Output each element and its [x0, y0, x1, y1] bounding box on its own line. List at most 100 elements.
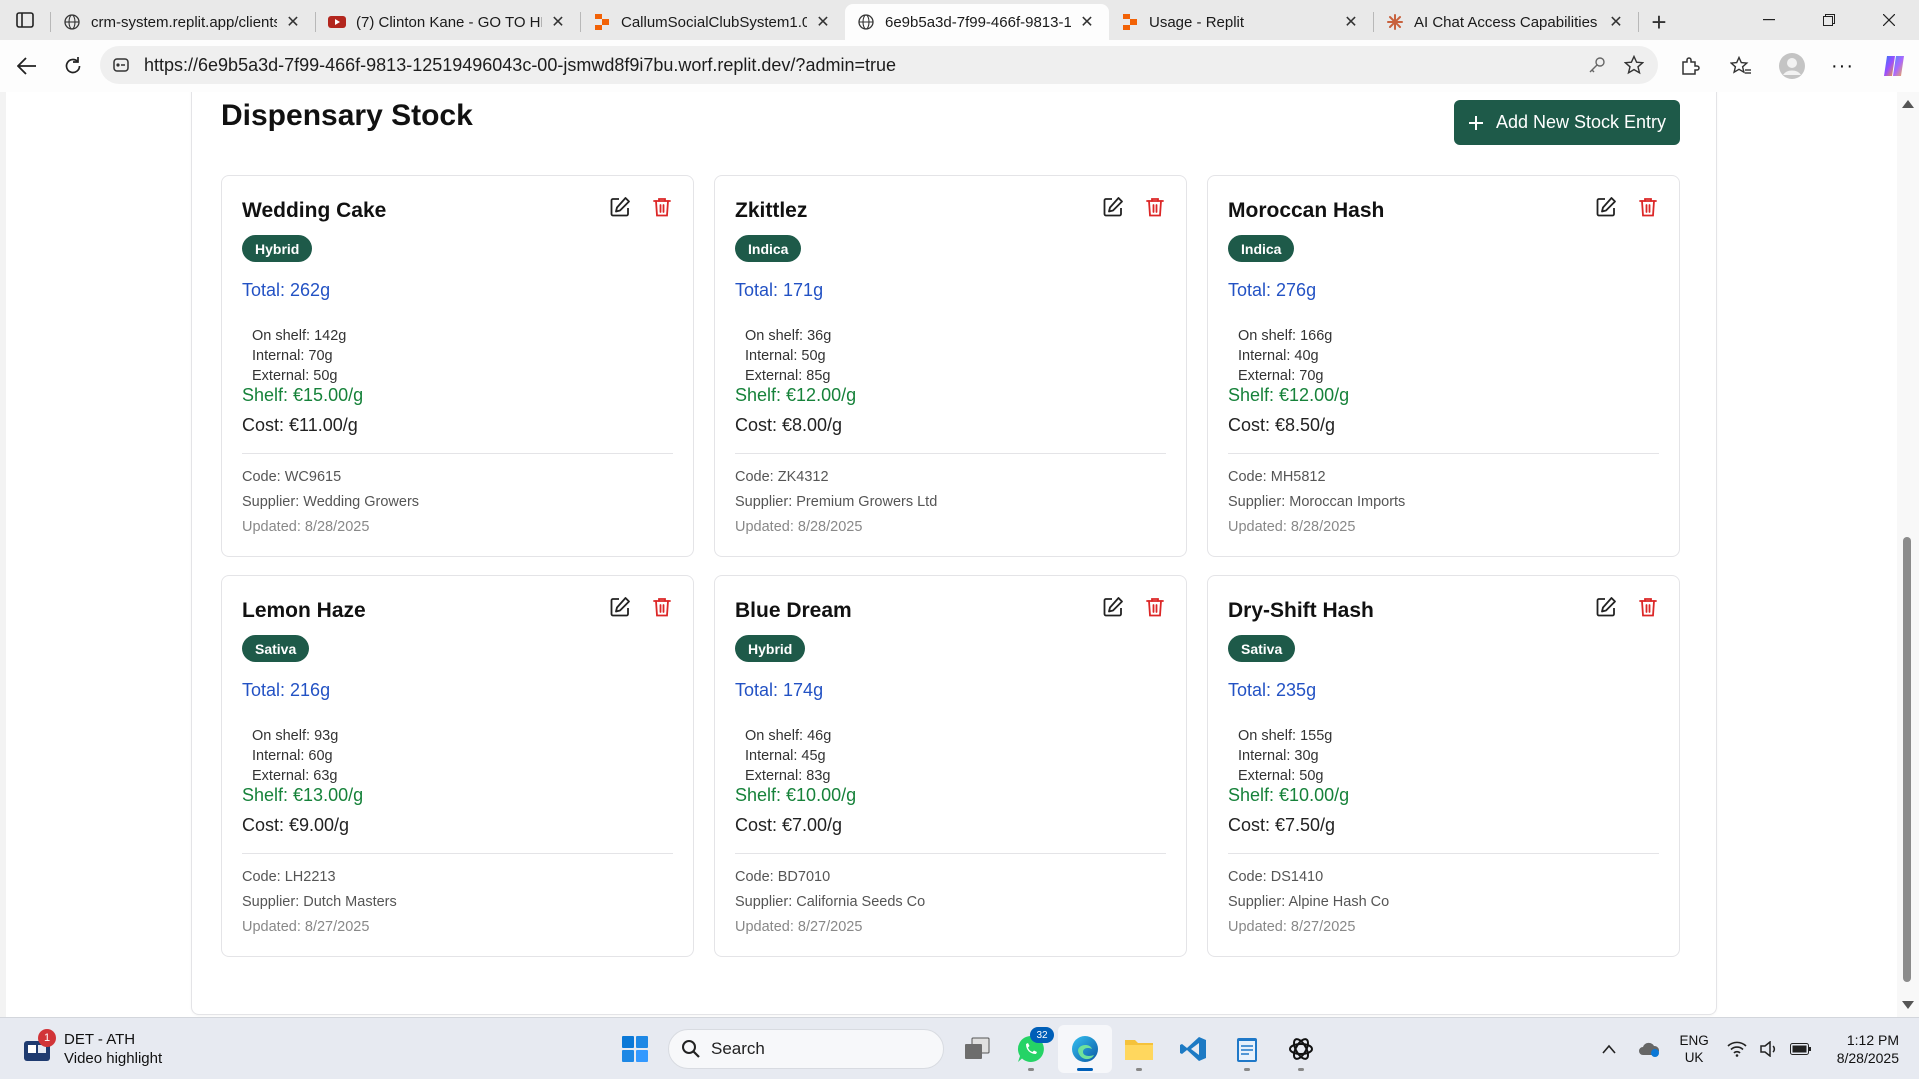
cost-price-value: €7.00/g — [782, 815, 843, 835]
browser-tab-strip: crm-system.replit.app/clients ✕ (7) Clin… — [0, 0, 1919, 40]
product-code: Code: WC9615 — [242, 469, 341, 485]
tab-close-button[interactable]: ✕ — [1077, 12, 1097, 32]
tab-youtube[interactable]: (7) Clinton Kane - GO TO HE ✕ — [316, 4, 580, 40]
profile-button[interactable] — [1766, 40, 1817, 92]
strain-type-badge: Sativa — [242, 635, 310, 662]
card-divider — [735, 453, 1166, 454]
tab-callum-social-club[interactable]: CallumSocialClubSystem1.0 - ✕ — [581, 4, 845, 40]
strain-type-badge: Sativa — [1228, 635, 1296, 662]
add-new-stock-entry-button[interactable]: Add New Stock Entry — [1454, 100, 1680, 145]
edit-button[interactable] — [1102, 596, 1124, 618]
key-icon[interactable] — [1588, 56, 1606, 74]
tab-dispensary-active[interactable]: 6e9b5a3d-7f99-466f-9813-1 ✕ — [845, 4, 1109, 40]
edit-icon — [1103, 197, 1123, 217]
strain-type-badge: Hybrid — [735, 635, 806, 662]
settings-more-button[interactable]: ··· — [1817, 40, 1868, 92]
favorite-star-icon[interactable] — [1624, 55, 1644, 75]
task-view-button[interactable] — [950, 1025, 1004, 1073]
edge-taskbar-button[interactable] — [1058, 1025, 1112, 1073]
delete-button[interactable] — [651, 596, 673, 618]
restore-button[interactable] — [1799, 0, 1859, 40]
scroll-down-arrow[interactable] — [1902, 1001, 1914, 1009]
product-name: Blue Dream — [735, 599, 852, 622]
volume-icon[interactable] — [1753, 1033, 1785, 1065]
wifi-icon[interactable] — [1721, 1033, 1753, 1065]
taskbar-search-box[interactable]: Search — [668, 1029, 944, 1069]
input-language-indicator[interactable]: ENG UK — [1679, 1032, 1708, 1066]
extensions-button[interactable] — [1664, 40, 1715, 92]
task-view-icon — [965, 1037, 990, 1059]
onedrive-tray-button[interactable] — [1633, 1033, 1665, 1065]
show-hidden-icons-button[interactable] — [1593, 1033, 1625, 1065]
tab-ai-chat[interactable]: AI Chat Access Capabilities - ✕ — [1374, 4, 1638, 40]
taskbar-clock[interactable]: 1:12 PM 8/28/2025 — [1837, 1031, 1899, 1067]
vscode-button[interactable] — [1166, 1025, 1220, 1073]
delete-button[interactable] — [1637, 196, 1659, 218]
on-shelf-weight: On shelf: 166g — [1238, 328, 1332, 344]
minimize-button[interactable] — [1739, 0, 1799, 40]
edit-button[interactable] — [1595, 596, 1617, 618]
youtube-icon — [328, 13, 346, 31]
stock-card: Lemon Haze Sativa Total: 216g On shelf: 93g… — [221, 575, 694, 957]
product-name: Dry-Shift Hash — [1228, 599, 1374, 622]
external-label: External: — [745, 768, 807, 784]
shelf-label: Shelf: — [735, 385, 787, 405]
page-scrollbar[interactable] — [1897, 92, 1919, 1017]
puzzle-icon — [1681, 57, 1700, 75]
address-bar[interactable]: https://6e9b5a3d-7f99-466f-9813-12519496… — [100, 46, 1658, 84]
external-label: External: — [745, 368, 807, 384]
notepad-button[interactable] — [1220, 1025, 1274, 1073]
external-value: 50g — [313, 368, 338, 384]
cloud-icon — [1639, 1042, 1660, 1057]
copilot-button[interactable] — [1868, 40, 1919, 92]
internal-value: 40g — [1294, 348, 1319, 364]
edit-button[interactable] — [609, 596, 631, 618]
shelf-label: Shelf: — [242, 785, 294, 805]
external-label: External: — [1238, 768, 1300, 784]
tab-crm-system[interactable]: crm-system.replit.app/clients ✕ — [51, 4, 315, 40]
replit-icon — [593, 13, 611, 31]
edit-button[interactable] — [1595, 196, 1617, 218]
delete-button[interactable] — [1144, 596, 1166, 618]
close-window-button[interactable] — [1859, 0, 1919, 40]
file-explorer-button[interactable] — [1112, 1025, 1166, 1073]
delete-button[interactable] — [651, 196, 673, 218]
edit-button[interactable] — [1102, 196, 1124, 218]
tab-close-button[interactable]: ✕ — [1606, 12, 1626, 32]
tab-usage-replit[interactable]: Usage - Replit ✕ — [1109, 4, 1373, 40]
updated-label: Updated: — [735, 519, 798, 535]
refresh-button[interactable] — [50, 46, 96, 86]
back-button[interactable] — [4, 46, 50, 86]
lang-line2: UK — [1684, 1050, 1704, 1065]
favorites-button[interactable] — [1715, 40, 1766, 92]
internal-weight: Internal: 70g — [252, 348, 333, 364]
supplier-value: Dutch Masters — [303, 894, 397, 910]
updated-value: 8/27/2025 — [304, 919, 370, 935]
supplier-label: Supplier: — [1228, 494, 1290, 510]
new-tab-button[interactable]: + — [1639, 4, 1679, 40]
internal-value: 70g — [308, 348, 333, 364]
product-name: Wedding Cake — [242, 199, 387, 222]
card-divider — [735, 853, 1166, 854]
scrollbar-thumb[interactable] — [1903, 537, 1911, 982]
tab-close-button[interactable]: ✕ — [548, 12, 568, 32]
tab-actions-menu-button[interactable] — [0, 0, 50, 40]
tab-close-button[interactable]: ✕ — [1341, 12, 1361, 32]
delete-button[interactable] — [1144, 196, 1166, 218]
site-info-icon[interactable] — [112, 56, 130, 74]
tab-close-button[interactable]: ✕ — [813, 12, 833, 32]
external-weight: External: 83g — [745, 768, 830, 784]
start-button[interactable] — [608, 1025, 662, 1073]
edit-button[interactable] — [609, 196, 631, 218]
battery-icon[interactable] — [1785, 1033, 1817, 1065]
product-code: Code: ZK4312 — [735, 469, 829, 485]
scroll-up-arrow[interactable] — [1902, 100, 1914, 108]
product-supplier: Supplier: Premium Growers Ltd — [735, 494, 937, 510]
tab-close-button[interactable]: ✕ — [283, 12, 303, 32]
widgets-news-button[interactable]: 1 DET - ATH Video highlight — [22, 1029, 162, 1068]
whatsapp-taskbar-button[interactable]: 32 — [1004, 1025, 1058, 1073]
chatgpt-button[interactable] — [1274, 1025, 1328, 1073]
updated-label: Updated: — [242, 519, 305, 535]
whatsapp-badge: 32 — [1030, 1027, 1054, 1043]
delete-button[interactable] — [1637, 596, 1659, 618]
